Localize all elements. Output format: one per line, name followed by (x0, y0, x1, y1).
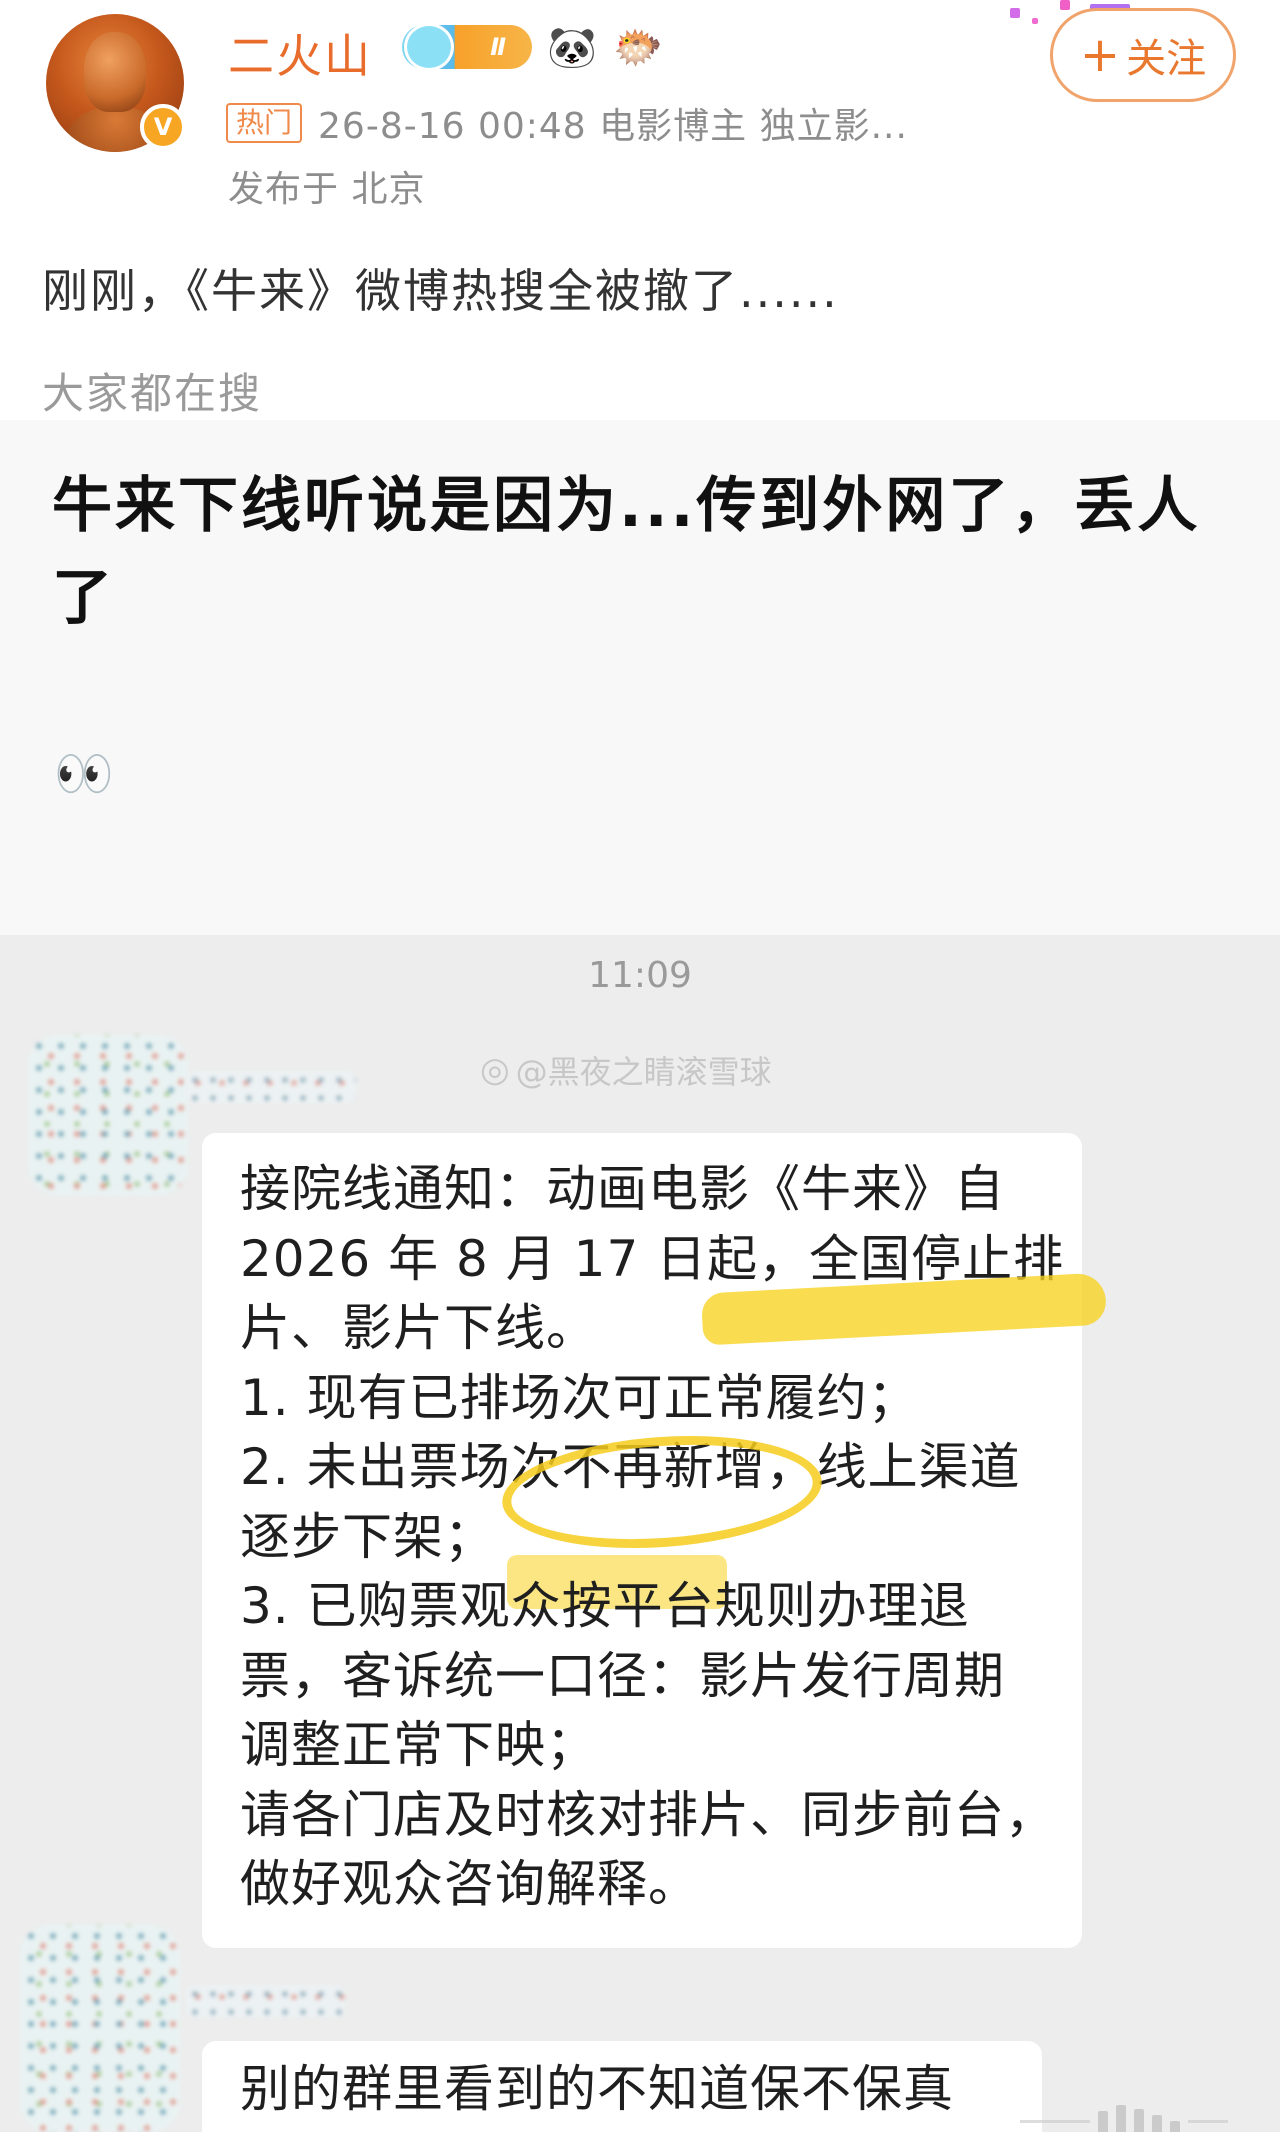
sender-avatar-blurred (28, 1035, 188, 1195)
trending-card[interactable]: 牛来下线听说是因为...传到外网了，丢人了 👀 (0, 420, 1280, 935)
message-line: 票，客诉统一口径：影片发行周期 (240, 1646, 1005, 1705)
level-badge-text: Ⅱ (490, 33, 506, 61)
signal-indicator-icon (1020, 2101, 1260, 2132)
level-badge-icon: Ⅱ (402, 23, 532, 71)
watermark-text: @黑夜之睛滚雪球 (515, 1053, 772, 1091)
sender-name-blurred (186, 1071, 356, 1103)
trending-search-label[interactable]: 大家都在搜 (42, 360, 262, 421)
fish-icon: 🐡 (613, 24, 663, 71)
plus-icon: + (1079, 27, 1121, 83)
sender-avatar-blurred (20, 1925, 180, 2132)
message-line: 1. 现有已排场次可正常履约； (240, 1368, 919, 1427)
verified-badge-icon: V (140, 104, 186, 150)
sender-name-blurred (186, 1985, 346, 2017)
user-badges: Ⅱ 🐼 🐡 (402, 22, 664, 72)
username[interactable]: 二火山 (228, 20, 372, 86)
level-badge-face-icon (404, 23, 454, 71)
eyes-emoji: 👀 (54, 746, 114, 802)
trending-card-title: 牛来下线听说是因为...传到外网了，丢人了 (52, 471, 1201, 633)
weibo-logo-icon: ◎ (480, 1050, 510, 1090)
hot-tag: 热门 (226, 103, 303, 143)
message-line: 3. 已购票观众按平台规则办理退 (240, 1577, 970, 1635)
post-meta: 热门 26-8-16 00:48 电影博主 独立影... (226, 100, 908, 147)
panda-icon: 🐼 (547, 24, 597, 71)
post-location: 发布于 北京 (228, 169, 426, 210)
message-line: 调整正常下映； (240, 1716, 597, 1774)
chat-timestamp: 11:09 (588, 955, 692, 996)
chat-screenshot: 11:09 ◎ @黑夜之睛滚雪球 接院线通知：动画电影《牛来》自 2026 年 8… (0, 935, 1280, 2132)
post-time-and-source: 26-8-16 00:48 电影博主 独立影... (318, 106, 908, 147)
weibo-post: V 二火山 Ⅱ 🐼 🐡 热门 26-8-16 00:48 电影博主 独立影...… (0, 0, 1280, 935)
follow-label: 关注 (1126, 36, 1207, 82)
weibo-watermark: ◎ @黑夜之睛滚雪球 (480, 1047, 772, 1093)
message-bubble[interactable]: 接院线通知：动画电影《牛来》自 2026 年 8 月 17 日起，全国停止排 片、影… (202, 1133, 1082, 1948)
message-line: 做好观众咨询解释。 (240, 1855, 699, 1913)
avatar-figure-head (84, 32, 146, 112)
message-line: 请各门店及时核对排片、同步前台， (240, 1785, 1056, 1844)
message-line: 接院线通知：动画电影《牛来》自 (240, 1160, 1005, 1218)
post-body-text: 刚刚，《牛来》微博热搜全被撤了...... (42, 264, 839, 318)
last-message-text: 别的群里看到的不知道保不保真 (240, 2060, 954, 2118)
follow-button[interactable]: + 关注 (1050, 8, 1236, 102)
message-bubble[interactable]: 别的群里看到的不知道保不保真 (202, 2041, 1042, 2132)
